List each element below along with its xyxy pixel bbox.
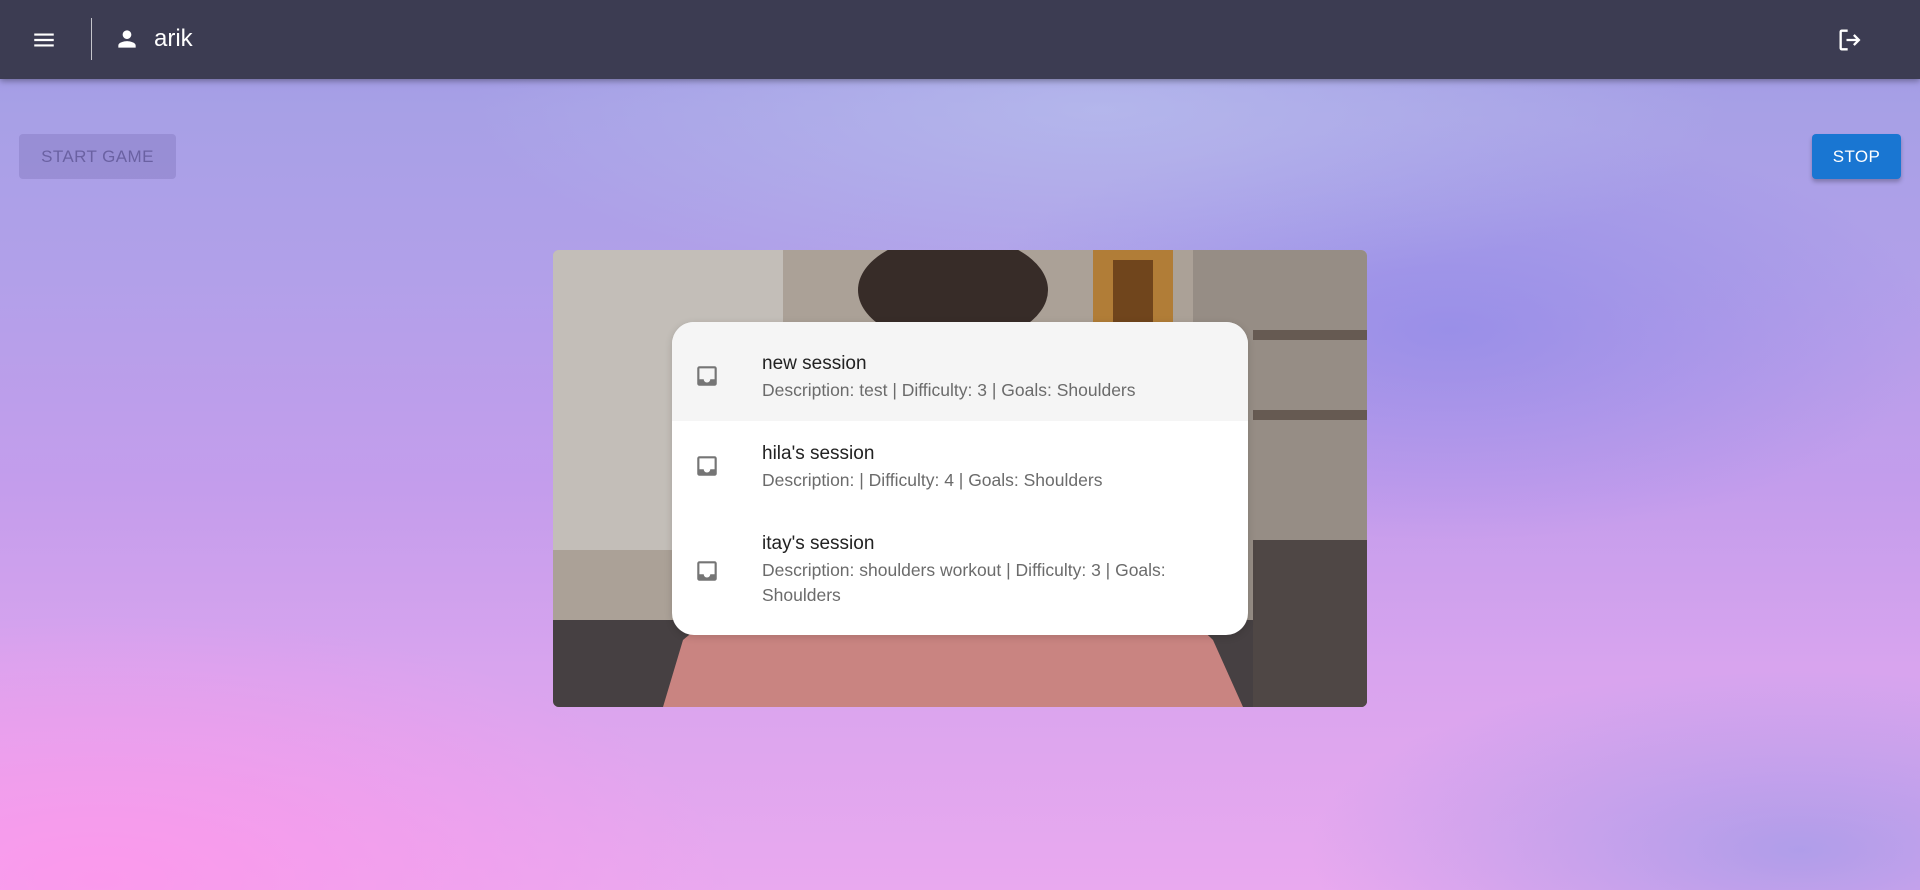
person-icon <box>118 30 136 48</box>
menu-icon <box>34 33 54 47</box>
session-title: hila's session <box>762 443 875 464</box>
username: arik <box>154 25 193 52</box>
logout-button[interactable] <box>1834 24 1866 56</box>
session-item-new-session[interactable]: new session Description: test | Difficul… <box>672 322 1248 421</box>
inbox-icon <box>697 456 717 476</box>
header-divider <box>91 18 92 60</box>
inbox-icon <box>697 366 717 386</box>
app-bar: arik <box>0 0 1920 79</box>
inbox-icon <box>697 561 717 581</box>
session-title: itay's session <box>762 533 875 554</box>
stop-button[interactable]: STOP <box>1812 134 1901 179</box>
session-list: new session Description: test | Difficul… <box>672 322 1248 635</box>
menu-button[interactable] <box>27 23 61 57</box>
session-item-hilas-session[interactable]: hila's session Description: | Difficulty… <box>672 421 1248 511</box>
session-title: new session <box>762 353 867 374</box>
session-description: Description: test | Difficulty: 3 | Goal… <box>762 380 1136 400</box>
logout-icon <box>1839 29 1861 51</box>
session-description: Description: shoulders workout | Difficu… <box>762 560 1166 605</box>
session-item-itays-session[interactable]: itay's session Description: shoulders wo… <box>672 511 1248 635</box>
session-description: Description: | Difficulty: 4 | Goals: Sh… <box>762 470 1103 490</box>
start-game-button[interactable]: START GAME <box>19 134 176 179</box>
